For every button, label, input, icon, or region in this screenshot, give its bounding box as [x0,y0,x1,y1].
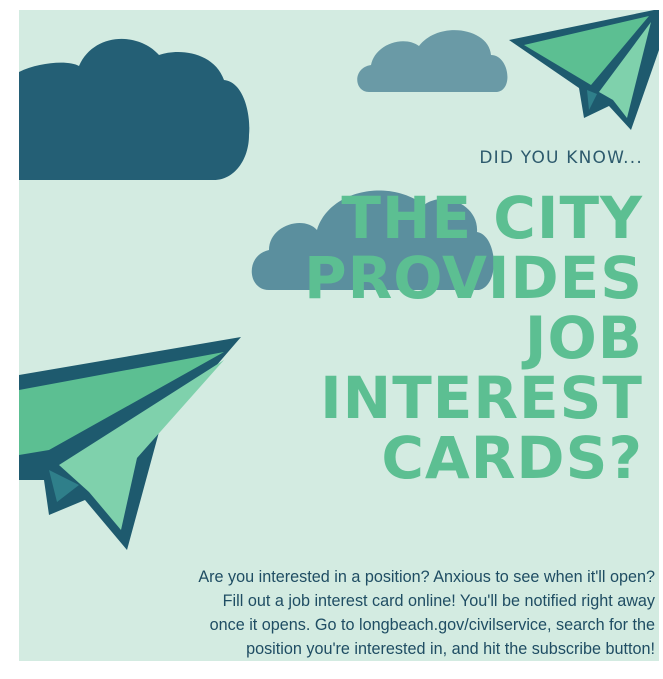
headline-line: JOB [524,304,643,372]
paper-plane-icon [509,10,659,130]
headline-line: PROVIDES [304,244,643,312]
body-line: Fill out a job interest card online! You… [222,592,655,610]
body-line: once it opens. Go to longbeach.gov/civil… [209,616,655,634]
body-line: position you're interested in, and hit t… [246,640,655,658]
headline-line: THE CITY [341,184,643,252]
poster-card: DID YOU KNOW... THE CITY PROVIDES JOB IN… [19,10,659,661]
cloud-icon [19,38,250,180]
kicker-text: DID YOU KNOW... [479,148,643,168]
body-paragraph: Are you interested in a position? Anxiou… [19,565,655,661]
headline-line: INTEREST [320,364,643,432]
headline: THE CITY PROVIDES JOB INTEREST CARDS? [304,188,643,488]
headline-line: CARDS? [381,424,643,492]
body-line: Are you interested in a position? Anxiou… [198,568,655,586]
paper-plane-icon [19,337,241,550]
cloud-icon [357,30,508,93]
